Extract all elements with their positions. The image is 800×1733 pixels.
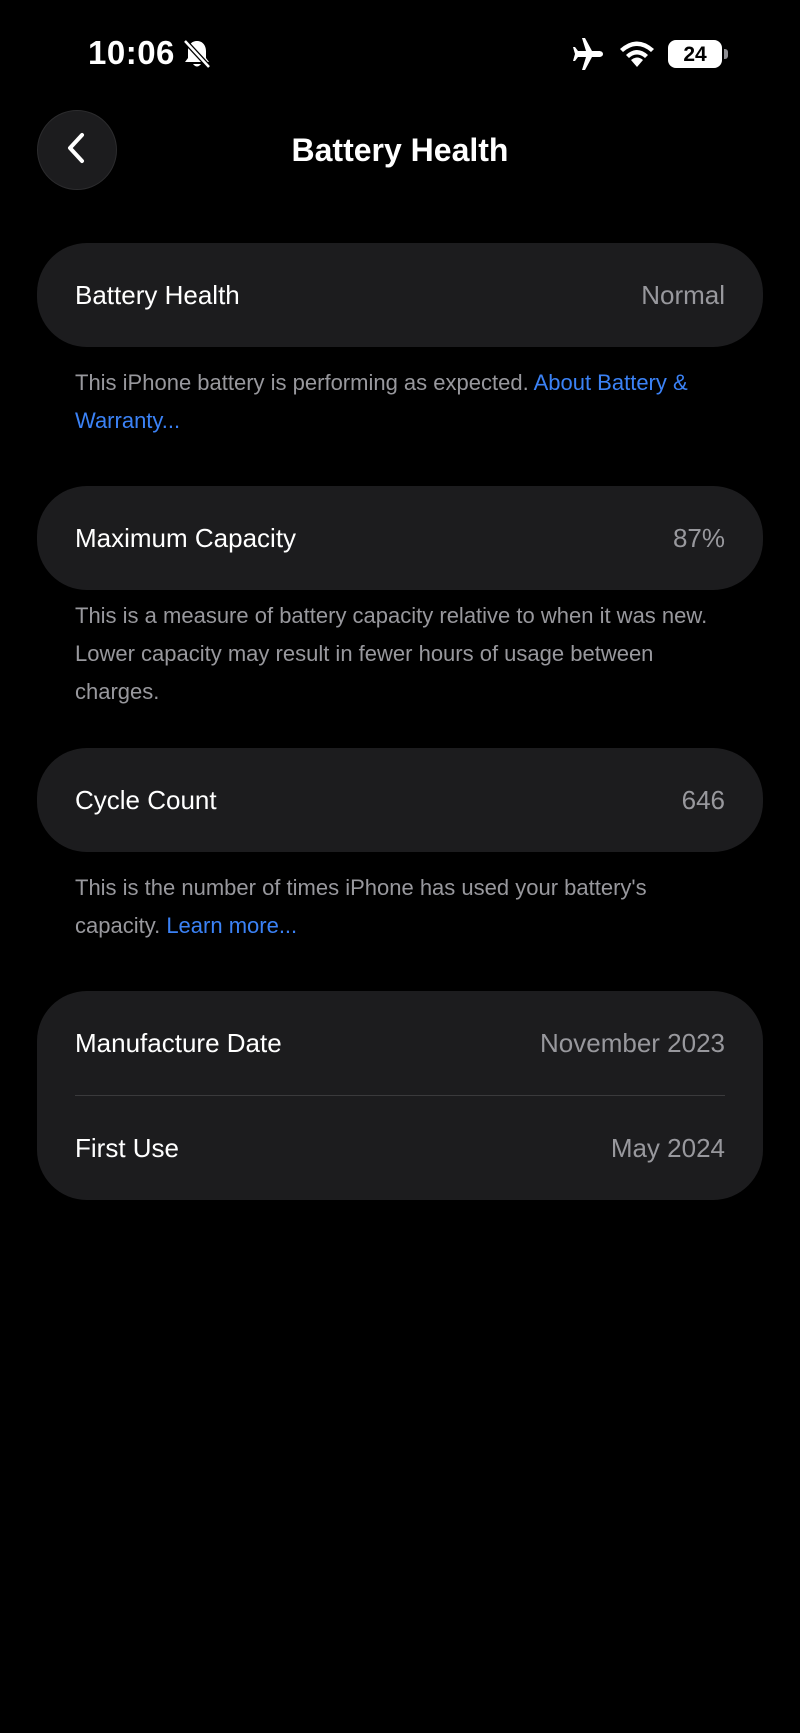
battery-level: 24 [683, 42, 707, 66]
status-time: 10:06 [88, 34, 175, 71]
cycle-count-card: Cycle Count 646 [37, 748, 763, 852]
battery-body: 24 [668, 40, 722, 68]
battery-health-note: This iPhone battery is performing as exp… [75, 364, 735, 440]
dates-card: Manufacture Date November 2023 First Use… [37, 991, 763, 1200]
first-use-value: May 2024 [610, 1132, 725, 1163]
maximum-capacity-note: This is a measure of battery capacity re… [75, 603, 708, 704]
manufacture-date-row: Manufacture Date November 2023 [37, 991, 763, 1095]
cycle-count-note-text: This is the number of times iPhone has u… [75, 875, 647, 938]
first-use-row: First Use May 2024 [37, 1096, 763, 1200]
cycle-count-value: 646 [681, 784, 725, 815]
battery-health-card: Battery Health Normal [37, 243, 763, 347]
airplane-icon [570, 37, 606, 71]
cycle-count-row: Cycle Count 646 [37, 748, 763, 852]
status-bar: 10:06 24 [0, 0, 800, 110]
battery-cap [724, 49, 728, 59]
maximum-capacity-value: 87% [672, 522, 725, 553]
battery-health-row: Battery Health Normal [37, 243, 763, 347]
learn-more-link[interactable]: Learn more... [166, 913, 297, 938]
page-title: Battery Health [291, 132, 509, 168]
maximum-capacity-card: Maximum Capacity 87% [37, 486, 763, 590]
battery-health-value: Normal [641, 279, 725, 310]
battery-health-note-text: This iPhone battery is performing as exp… [75, 370, 534, 395]
cycle-count-note: This is the number of times iPhone has u… [75, 869, 735, 945]
maximum-capacity-label: Maximum Capacity [75, 522, 297, 553]
cycle-count-label: Cycle Count [75, 784, 217, 815]
battery-icon: 24 [668, 40, 728, 68]
battery-health-label: Battery Health [75, 279, 240, 310]
bell-slash-icon [182, 38, 212, 70]
manufacture-date-value: November 2023 [540, 1027, 725, 1058]
maximum-capacity-row: Maximum Capacity 87% [37, 486, 763, 590]
first-use-label: First Use [75, 1132, 179, 1163]
wifi-icon [618, 40, 656, 68]
manufacture-date-label: Manufacture Date [75, 1027, 282, 1058]
